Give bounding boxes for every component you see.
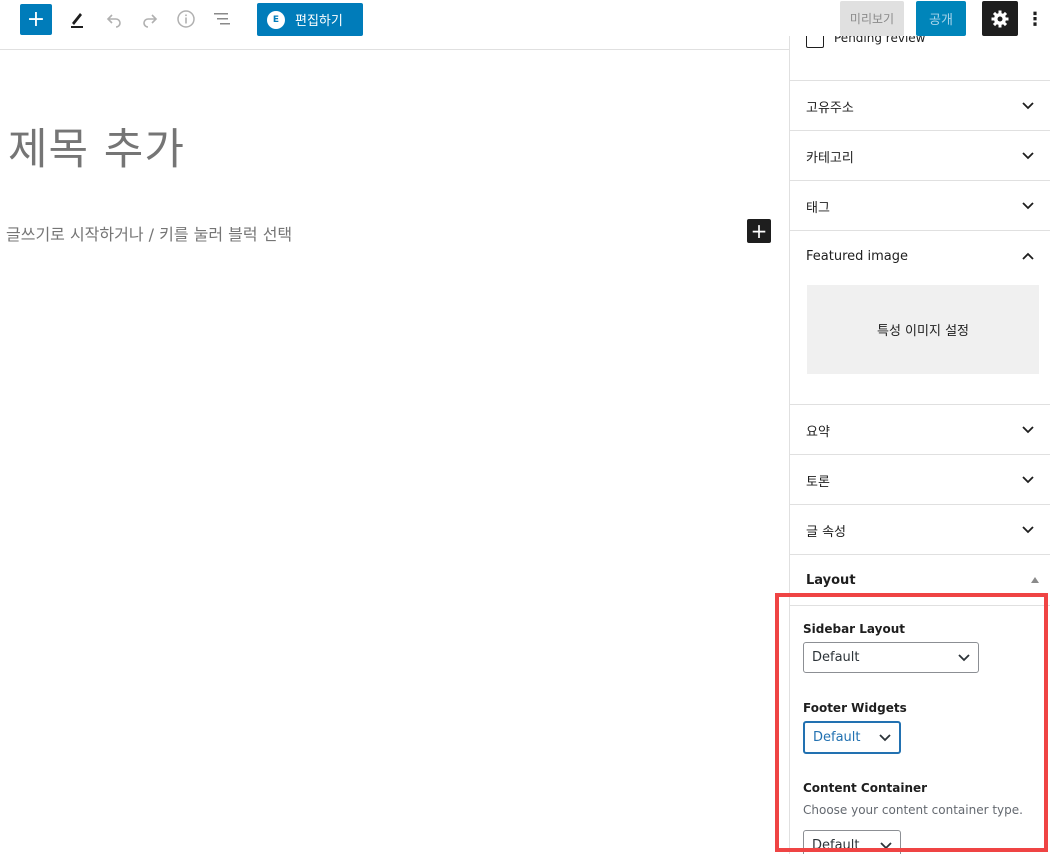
redo-icon	[143, 14, 158, 28]
panel-title: 글 속성	[806, 524, 847, 540]
panel-toggle-tags[interactable]: 태그	[790, 181, 1050, 231]
elementor-logo-icon: E	[267, 10, 285, 29]
list-view-button[interactable]	[206, 3, 238, 35]
select-value: Default	[813, 730, 861, 745]
chevron-down-icon	[958, 653, 970, 661]
undo-icon	[106, 14, 121, 28]
panel-permalink: 고유주소	[790, 80, 1050, 131]
select-value: Default	[812, 838, 860, 853]
chevron-down-icon	[1021, 149, 1035, 163]
panel-toggle-permalink[interactable]: 고유주소	[790, 81, 1050, 131]
undo-button[interactable]	[98, 3, 130, 35]
sidebar-layout-select[interactable]: Default	[803, 642, 979, 673]
panel-title: 고유주소	[806, 100, 854, 116]
panel-toggle-post-attributes[interactable]: 글 속성	[790, 505, 1050, 555]
panel-post-attributes: 글 속성	[790, 504, 1050, 555]
content-container-select[interactable]: Default	[803, 830, 901, 854]
set-featured-image-button[interactable]: 특성 이미지 설정	[807, 285, 1039, 374]
content-container-label: Content Container	[803, 781, 928, 795]
panel-tags: 태그	[790, 180, 1050, 231]
panel-excerpt: 요약	[790, 404, 1050, 455]
layout-title: Layout	[806, 572, 856, 588]
panel-title: 카테고리	[806, 150, 854, 166]
redo-button[interactable]	[134, 3, 166, 35]
select-value: Default	[812, 650, 860, 665]
panel-toggle-excerpt[interactable]: 요약	[790, 405, 1050, 455]
panel-discussion: 토론	[790, 454, 1050, 505]
gear-icon	[991, 10, 1009, 27]
edit-with-elementor-button[interactable]: E 편집하기	[257, 3, 363, 36]
details-button[interactable]	[170, 3, 202, 35]
chevron-up-icon	[1021, 249, 1035, 263]
chevron-down-icon	[1021, 199, 1035, 213]
pencil-icon	[71, 13, 83, 28]
settings-sidebar: Pending review 고유주소 카테고리 태그 Featured ima…	[789, 36, 1050, 854]
publish-button[interactable]: 공개	[916, 1, 966, 36]
footer-widgets-select[interactable]: Default	[803, 721, 901, 754]
pending-review-label: Pending review	[834, 36, 926, 45]
preview-button[interactable]: 미리보기	[840, 1, 904, 36]
chevron-down-icon	[1021, 523, 1035, 537]
layout-meta-box: Layout Sidebar Layout Default Footer Wid…	[790, 554, 1050, 854]
content-container-help: Choose your content container type.	[803, 803, 1023, 817]
chevron-down-icon	[880, 841, 892, 849]
plus-icon: +	[26, 6, 46, 32]
collapse-triangle-icon	[1031, 577, 1039, 583]
panel-toggle-featured-image[interactable]: Featured image	[790, 231, 1050, 281]
settings-button[interactable]	[982, 1, 1018, 36]
editor-canvas: 제목 추가 글쓰기로 시작하거나 / 키를 눌러 블럭 선택 +	[0, 51, 789, 854]
panel-categories: 카테고리	[790, 130, 1050, 181]
default-block-appender[interactable]: 글쓰기로 시작하거나 / 키를 눌러 블럭 선택	[6, 221, 292, 245]
block-inserter-inline-button[interactable]: +	[747, 219, 771, 243]
chevron-down-icon	[1021, 99, 1035, 113]
layout-meta-box-body: Sidebar Layout Default Footer Widgets De…	[790, 605, 1050, 854]
chevron-down-icon	[1021, 423, 1035, 437]
panel-toggle-discussion[interactable]: 토론	[790, 455, 1050, 505]
panel-title: 요약	[806, 424, 830, 440]
layout-meta-box-header[interactable]: Layout	[790, 555, 1050, 605]
more-vertical-icon: ⋮	[1026, 8, 1044, 30]
info-icon	[177, 10, 195, 28]
footer-widgets-label: Footer Widgets	[803, 701, 907, 715]
block-inserter-button[interactable]: +	[20, 4, 52, 35]
more-options-button[interactable]: ⋮	[1025, 3, 1045, 35]
sidebar-layout-label: Sidebar Layout	[803, 622, 905, 636]
post-title-input[interactable]: 제목 추가	[8, 115, 185, 177]
plus-icon: +	[750, 219, 768, 243]
panel-featured-image: Featured image 특성 이미지 설정	[790, 230, 1050, 405]
pending-review-checkbox[interactable]	[806, 36, 824, 48]
panel-title: Featured image	[806, 248, 909, 264]
panel-title: 태그	[806, 200, 830, 216]
panel-title: 토론	[806, 474, 830, 490]
pending-review-row[interactable]: Pending review	[806, 36, 925, 56]
chevron-down-icon	[1021, 473, 1035, 487]
elementor-button-label: 편집하기	[295, 14, 343, 29]
panel-toggle-categories[interactable]: 카테고리	[790, 131, 1050, 181]
list-view-icon	[214, 13, 230, 25]
tools-button[interactable]	[62, 3, 94, 35]
chevron-down-icon	[879, 733, 891, 741]
